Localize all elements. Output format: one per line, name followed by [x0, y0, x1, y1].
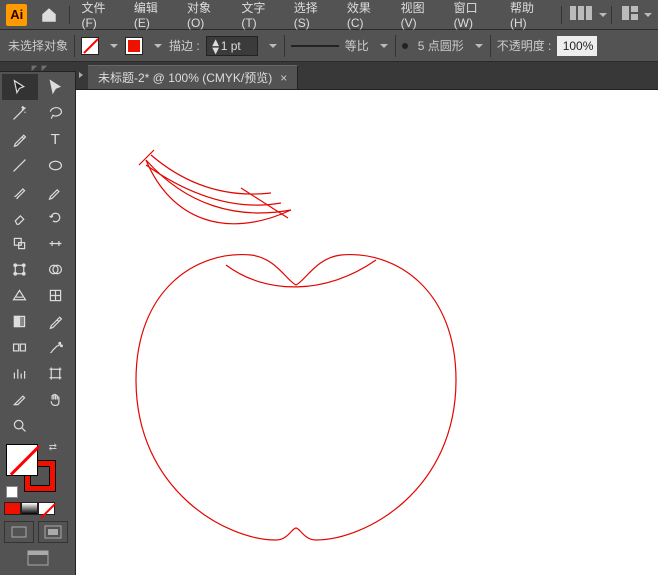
- control-bar: 未选择对象 描边 : ▴▾ 1 pt 等比 5 点圆形 不透明度 : 100%: [0, 30, 658, 62]
- menu-separator: [69, 6, 70, 24]
- stroke-label: 描边 :: [169, 37, 200, 54]
- tools-panel: T ⇄: [0, 62, 76, 575]
- menu-separator: [561, 6, 562, 24]
- chevron-down-icon[interactable]: [599, 13, 607, 17]
- stroke-weight-stepper[interactable]: ▴▾: [211, 38, 221, 54]
- fill-swatch[interactable]: [81, 37, 99, 55]
- chevron-down-icon[interactable]: [644, 13, 652, 17]
- tool-eraser[interactable]: [2, 204, 38, 230]
- profile-label: 等比: [345, 37, 369, 54]
- tool-zoom[interactable]: [2, 412, 38, 438]
- menu-window[interactable]: 窗口(W): [447, 0, 503, 30]
- menu-view[interactable]: 视图(V): [394, 0, 447, 30]
- swap-fill-stroke-icon[interactable]: ⇄: [49, 442, 57, 453]
- tool-spare[interactable]: [38, 412, 74, 438]
- screen-mode-icon[interactable]: [38, 521, 68, 543]
- stroke-swatch[interactable]: [125, 37, 143, 55]
- color-mode-gradient[interactable]: [21, 502, 38, 515]
- selection-status: 未选择对象: [8, 37, 68, 54]
- menu-separator: [611, 6, 612, 24]
- control-separator: [490, 35, 491, 57]
- expand-dock-icon[interactable]: [76, 61, 88, 89]
- draw-screen-modes: [0, 517, 75, 547]
- tool-direct-selection[interactable]: [38, 74, 74, 100]
- tool-symbol-sprayer[interactable]: [38, 334, 74, 360]
- control-separator: [284, 35, 285, 57]
- artwork: [76, 90, 658, 575]
- control-separator: [74, 35, 75, 57]
- canvas[interactable]: [76, 90, 658, 575]
- stroke-dropdown-icon[interactable]: [149, 37, 163, 55]
- color-mode-solid[interactable]: [4, 502, 21, 515]
- brush-dropdown-icon[interactable]: [470, 37, 484, 55]
- tool-perspective[interactable]: [2, 282, 38, 308]
- menu-file[interactable]: 文件(F): [74, 0, 126, 30]
- opacity-label: 不透明度 :: [497, 37, 552, 54]
- tool-selection[interactable]: [2, 74, 38, 100]
- tool-hand[interactable]: [38, 386, 74, 412]
- workspace: T ⇄: [0, 62, 658, 575]
- menu-select[interactable]: 选择(S): [287, 0, 340, 30]
- tool-gradient[interactable]: [2, 308, 38, 334]
- screen-mode-switcher[interactable]: [0, 547, 75, 569]
- fill-dropdown-icon[interactable]: [105, 37, 119, 55]
- tool-ellipse[interactable]: [38, 152, 74, 178]
- tool-lasso[interactable]: [38, 100, 74, 126]
- tool-blend[interactable]: [2, 334, 38, 360]
- tool-mesh[interactable]: [38, 282, 74, 308]
- menu-effect[interactable]: 效果(C): [340, 0, 394, 30]
- tool-magic-wand[interactable]: [2, 100, 38, 126]
- brush-preview-dot-icon: [402, 43, 408, 49]
- stroke-weight-field[interactable]: ▴▾ 1 pt: [206, 36, 258, 56]
- document-area: 未标题-2* @ 100% (CMYK/预览) ×: [76, 62, 658, 575]
- tool-width[interactable]: [38, 230, 74, 256]
- fill-stroke-group: ⇄: [0, 440, 75, 500]
- draw-mode-icon[interactable]: [4, 521, 34, 543]
- menu-bar: Ai 文件(F) 编辑(E) 对象(O) 文字(T) 选择(S) 效果(C) 视…: [0, 0, 658, 30]
- tool-eyedropper[interactable]: [38, 308, 74, 334]
- default-fill-stroke-icon[interactable]: [6, 486, 18, 498]
- menu-edit[interactable]: 编辑(E): [127, 0, 180, 30]
- tool-shape-builder[interactable]: [38, 256, 74, 282]
- document-tab[interactable]: 未标题-2* @ 100% (CMYK/预览) ×: [88, 65, 298, 89]
- control-separator: [395, 35, 396, 57]
- home-icon[interactable]: [33, 0, 65, 30]
- tool-pencil[interactable]: [38, 178, 74, 204]
- tool-line[interactable]: [2, 152, 38, 178]
- tool-type[interactable]: T: [38, 126, 74, 152]
- tool-artboard[interactable]: [38, 360, 74, 386]
- app-logo: Ai: [6, 4, 27, 26]
- tool-free-transform[interactable]: [2, 256, 38, 282]
- color-mode-row: [0, 500, 75, 517]
- variable-width-profile[interactable]: [291, 40, 339, 52]
- tools-panel-grip[interactable]: [0, 62, 76, 72]
- tool-slice[interactable]: [2, 386, 38, 412]
- workspace-switcher-icon[interactable]: [570, 6, 595, 24]
- document-tabs: 未标题-2* @ 100% (CMYK/预览) ×: [76, 62, 658, 90]
- tool-paintbrush[interactable]: [2, 178, 38, 204]
- opacity-field[interactable]: 100%: [557, 36, 597, 56]
- tool-grid: T: [0, 72, 75, 440]
- menu-text[interactable]: 文字(T): [234, 0, 286, 30]
- tool-column-graph[interactable]: [2, 360, 38, 386]
- profile-dropdown-icon[interactable]: [375, 37, 389, 55]
- brush-definition[interactable]: 5 点圆形: [418, 37, 464, 54]
- close-tab-icon[interactable]: ×: [280, 71, 287, 85]
- document-tab-title: 未标题-2* @ 100% (CMYK/预览): [98, 69, 272, 86]
- stroke-weight-value: 1 pt: [221, 39, 241, 53]
- color-mode-none[interactable]: [38, 502, 55, 515]
- tool-rotate[interactable]: [38, 204, 74, 230]
- stroke-weight-dropdown-icon[interactable]: [264, 37, 278, 55]
- tool-scale[interactable]: [2, 230, 38, 256]
- menu-help[interactable]: 帮助(H): [503, 0, 557, 30]
- tool-pen[interactable]: [2, 126, 38, 152]
- fill-color-swatch[interactable]: [6, 444, 38, 476]
- menu-object[interactable]: 对象(O): [180, 0, 234, 30]
- arrange-documents-icon[interactable]: [622, 6, 640, 23]
